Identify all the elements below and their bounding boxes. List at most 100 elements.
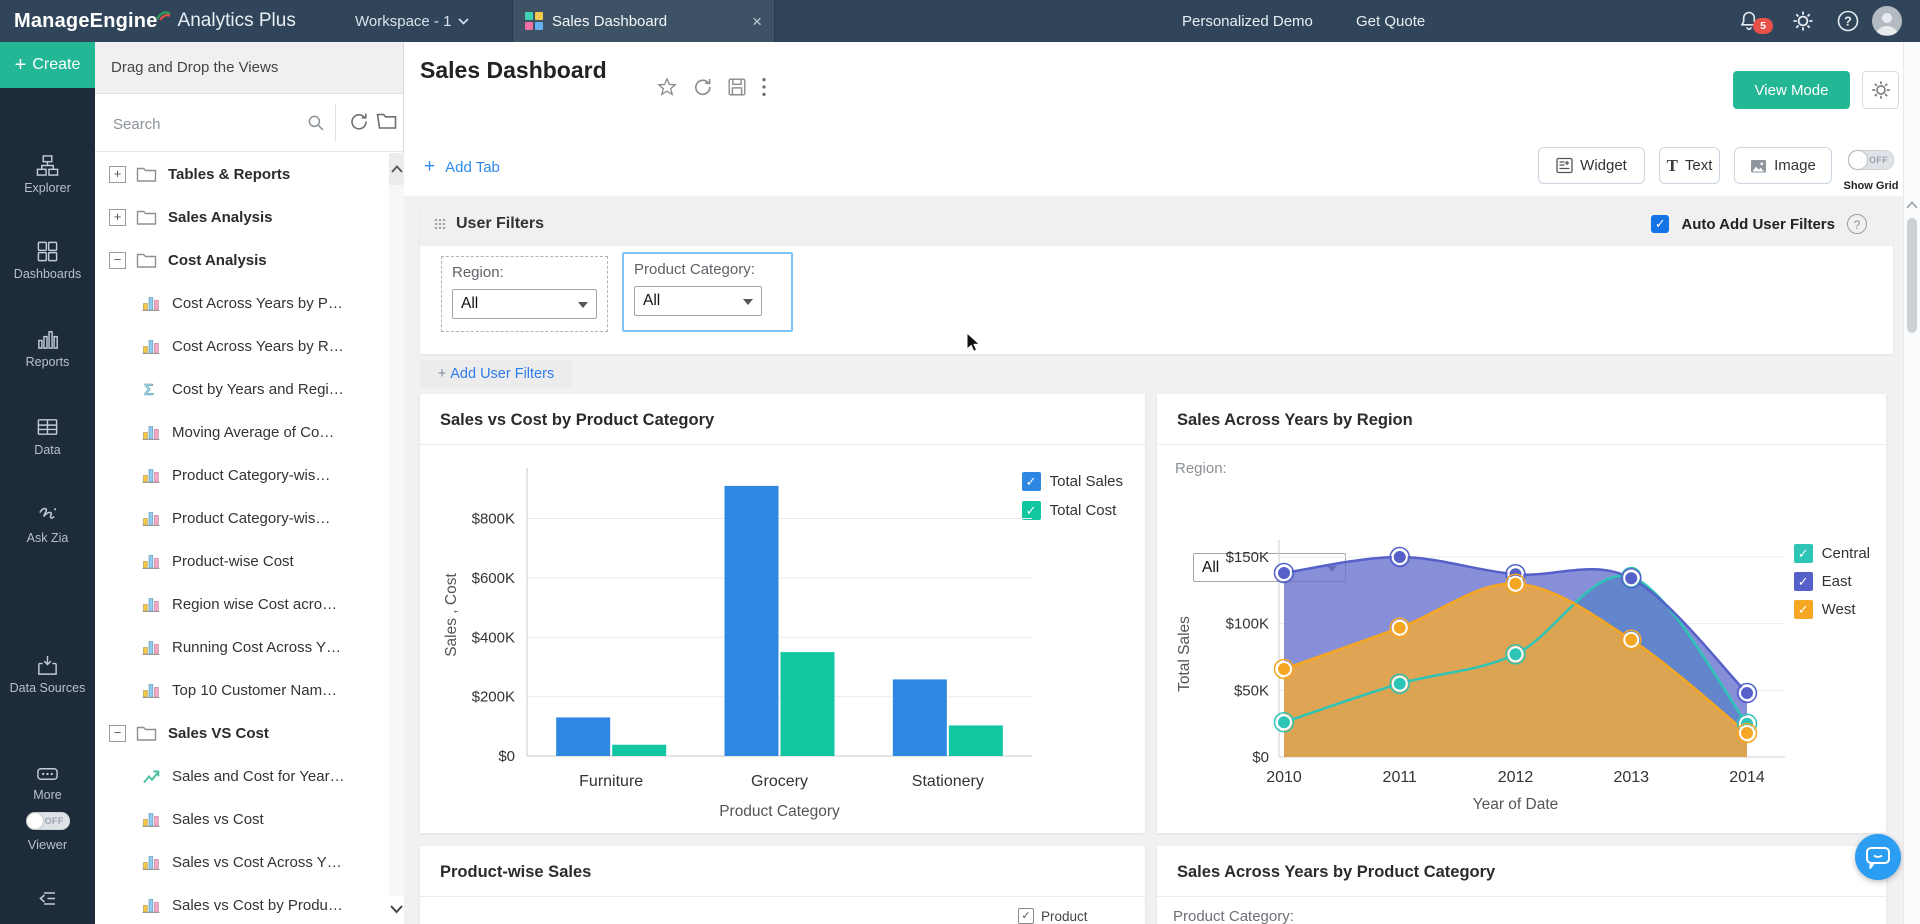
title-actions (656, 76, 767, 98)
get-quote-link[interactable]: Get Quote (1356, 0, 1425, 42)
collapse-toggle-icon[interactable]: − (109, 725, 126, 742)
add-tab-button[interactable]: + Add Tab (424, 156, 500, 178)
user-filters-help-icon[interactable]: ? (1847, 214, 1867, 234)
tree-folder[interactable]: −Cost Analysis (95, 239, 389, 282)
sidebar-item-dashboards[interactable]: Dashboards (0, 240, 95, 282)
save-icon[interactable] (726, 76, 748, 98)
expand-toggle-icon[interactable]: + (109, 166, 126, 183)
user-avatar[interactable] (1872, 6, 1902, 36)
legend-item[interactable]: ✓ Product (1018, 908, 1088, 924)
text-button[interactable]: T Text (1659, 147, 1720, 184)
tab-sales-dashboard[interactable]: Sales Dashboard × (512, 0, 775, 42)
tree-view-item[interactable]: Product Category-wis… (95, 497, 389, 540)
data-table-icon (36, 416, 59, 439)
sidebar-item-explorer[interactable]: Explorer (0, 154, 95, 196)
auto-add-user-filters-checkbox[interactable]: ✓ (1651, 215, 1669, 233)
data-sources-icon (36, 654, 59, 677)
bar-chart-icon (142, 810, 161, 829)
svg-text:Total Sales: Total Sales (1176, 616, 1193, 692)
view-label: Product Category-wis… (172, 467, 330, 484)
svg-text:2013: 2013 (1613, 769, 1649, 786)
tree-view-item[interactable]: Running Cost Across Y… (95, 626, 389, 669)
widget-button[interactable]: Widget (1538, 147, 1645, 184)
sidebar-item-reports[interactable]: Reports (0, 328, 95, 370)
tab-close-icon[interactable]: × (752, 13, 762, 30)
main-scrollbar-thumb[interactable] (1907, 218, 1917, 333)
svg-text:Product Category: Product Category (719, 803, 840, 820)
trend-line-icon (142, 767, 161, 786)
expand-toggle-icon[interactable]: + (109, 209, 126, 226)
folder-icon (136, 725, 157, 742)
notification-badge: 5 (1753, 18, 1773, 34)
tree-folder[interactable]: −Sales VS Cost (95, 712, 389, 755)
svg-text:?: ? (1844, 15, 1852, 29)
tree-view-item[interactable]: Product Category-wis… (95, 454, 389, 497)
region-filter-box[interactable]: Region: All (441, 256, 608, 332)
widget-icon (1556, 157, 1573, 174)
add-user-filters-button[interactable]: +Add User Filters (420, 360, 572, 388)
sidebar-item-data[interactable]: Data (0, 416, 95, 458)
tree-view-item[interactable]: Sales vs Cost by Produ… (95, 884, 389, 924)
sigma-icon: Σ (142, 380, 161, 399)
tree-view-item[interactable]: Cost Across Years by R… (95, 325, 389, 368)
region-filter-select[interactable]: All (452, 289, 597, 319)
sidebar-item-more[interactable]: More (0, 764, 95, 803)
tree-view-item[interactable]: Σ Cost by Years and Regi… (95, 368, 389, 411)
dashboard-settings-button[interactable] (1862, 71, 1899, 109)
brand-logo[interactable]: ManageEngine Analytics Plus (14, 0, 296, 42)
legend-checkbox[interactable]: ✓ (1018, 908, 1034, 924)
image-button[interactable]: Image (1734, 147, 1832, 184)
refresh-views-icon[interactable] (348, 111, 369, 132)
tree-view-item[interactable]: Cost Across Years by P… (95, 282, 389, 325)
product-category-filter-select[interactable]: All (634, 286, 762, 316)
tree-view-item[interactable]: Sales vs Cost Across Y… (95, 841, 389, 884)
tree-folder[interactable]: +Sales Analysis (95, 196, 389, 239)
sidebar-item-ask-zia[interactable]: Ask Zia (0, 504, 95, 546)
search-icon[interactable] (307, 114, 325, 132)
view-mode-button[interactable]: View Mode (1733, 71, 1850, 109)
tree-view-item[interactable]: Top 10 Customer Nam… (95, 669, 389, 712)
collapse-toggle-icon[interactable]: − (109, 252, 126, 269)
main-scrollbar[interactable] (1903, 42, 1920, 924)
user-filters-title: User Filters (456, 215, 544, 233)
product-category-filter-box[interactable]: Product Category: All (622, 252, 793, 332)
svg-text:Furniture: Furniture (579, 773, 643, 790)
search-input[interactable] (111, 108, 310, 140)
svg-text:$600K: $600K (472, 570, 515, 587)
tree-scrollbar[interactable] (389, 153, 404, 924)
chat-support-button[interactable] (1855, 834, 1901, 880)
bar-chart-icon (142, 423, 161, 442)
view-label: Sales and Cost for Year… (172, 768, 345, 785)
tree-view-item[interactable]: Product-wise Cost (95, 540, 389, 583)
card-sales-vs-cost: Sales vs Cost by Product Category ✓Total… (420, 394, 1145, 833)
create-button[interactable]: + Create (0, 42, 95, 88)
scroll-up-icon[interactable] (389, 153, 404, 185)
drag-handle-icon[interactable] (434, 218, 446, 230)
sidebar-item-data-sources[interactable]: Data Sources (0, 654, 95, 696)
personalized-demo-link[interactable]: Personalized Demo (1182, 0, 1313, 42)
tree-view-item[interactable]: Sales vs Cost (95, 798, 389, 841)
folder-browse-icon[interactable] (376, 112, 397, 130)
tree-view-item[interactable]: Region wise Cost acro… (95, 583, 389, 626)
bar-chart-icon (142, 896, 161, 915)
scroll-down-icon[interactable] (389, 896, 404, 924)
tree-view-item[interactable]: Sales and Cost for Year… (95, 755, 389, 798)
tree-folder[interactable]: +Tables & Reports (95, 153, 389, 196)
view-label: Cost by Years and Regi… (172, 381, 344, 398)
viewer-toggle[interactable]: OFF (26, 812, 70, 830)
svg-text:$0: $0 (1252, 749, 1269, 766)
brand-swoosh-icon (156, 8, 172, 22)
scroll-up-icon[interactable] (1906, 200, 1918, 212)
help-icon[interactable]: ? (1836, 9, 1860, 33)
more-options-kebab-icon[interactable] (761, 76, 767, 98)
view-label: Cost Across Years by P… (172, 295, 343, 312)
show-grid-toggle[interactable]: OFF (1848, 150, 1894, 170)
settings-gear-icon[interactable] (1791, 9, 1815, 33)
workspace-dropdown[interactable]: Workspace - 1 (355, 0, 469, 42)
view-label: Product-wise Cost (172, 553, 294, 570)
view-label: Region wise Cost acro… (172, 596, 337, 613)
tree-view-item[interactable]: Moving Average of Co… (95, 411, 389, 454)
favorite-star-icon[interactable] (656, 76, 678, 98)
refresh-icon[interactable] (691, 76, 713, 98)
sidebar-collapse-button[interactable] (0, 888, 95, 913)
